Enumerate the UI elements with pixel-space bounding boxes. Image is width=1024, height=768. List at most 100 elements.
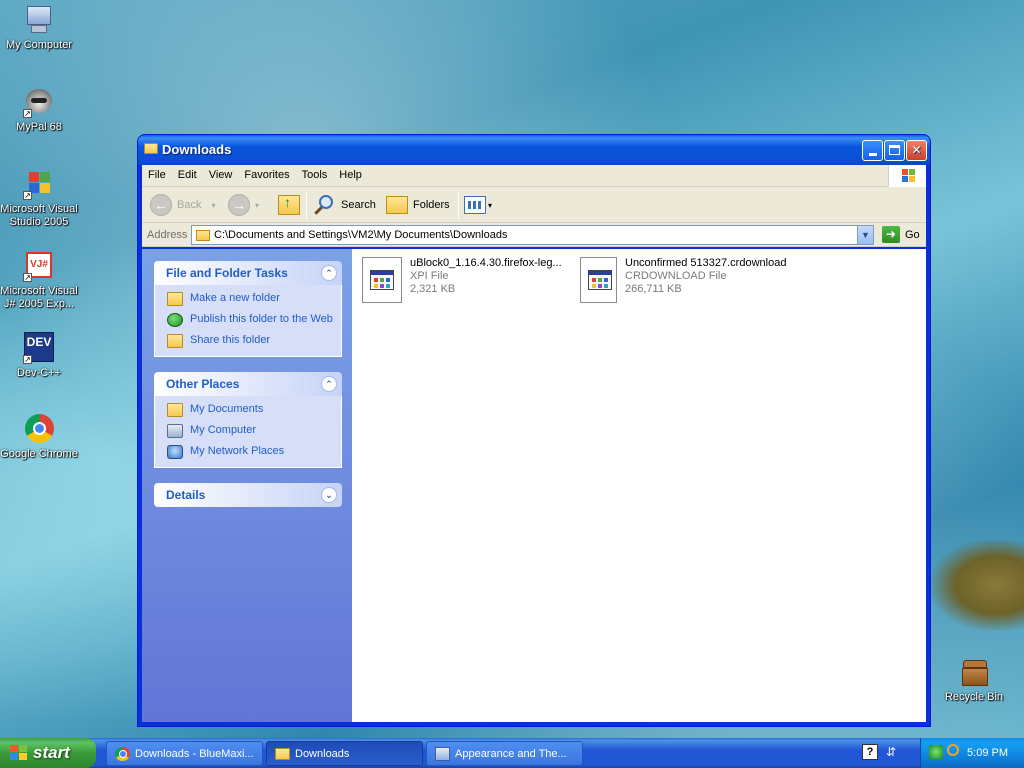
- address-input[interactable]: C:\Documents and Settings\VM2\My Documen…: [191, 225, 874, 245]
- publish-web-icon: [167, 313, 183, 327]
- dev-cpp-icon: DEV ↗: [23, 332, 55, 364]
- shortcut-arrow-icon: ↗: [23, 109, 32, 118]
- panel-header[interactable]: Other Places ⌃: [154, 372, 342, 396]
- network-tray-icon[interactable]: [929, 745, 943, 759]
- forward-button[interactable]: → ▾: [228, 192, 259, 218]
- close-button[interactable]: ✕: [906, 140, 927, 161]
- desktop-icon-label: My Computer: [5, 39, 73, 51]
- place-label: My Network Places: [190, 445, 285, 457]
- folders-button[interactable]: Folders: [386, 192, 450, 218]
- back-dropdown-icon[interactable]: ▾: [211, 201, 215, 210]
- address-value: C:\Documents and Settings\VM2\My Documen…: [214, 229, 508, 241]
- task-publish-folder[interactable]: Publish this folder to the Web: [167, 313, 333, 327]
- taskbar-button-label: Appearance and The...: [455, 748, 567, 760]
- folder-icon: [275, 748, 290, 760]
- menu-tools[interactable]: Tools: [296, 165, 334, 181]
- chrome-icon: [23, 413, 55, 445]
- task-label: Publish this folder to the Web: [190, 313, 333, 325]
- search-tray-icon[interactable]: [947, 744, 959, 756]
- views-button[interactable]: ▾: [464, 192, 492, 218]
- clock[interactable]: 5:09 PM: [967, 747, 1008, 759]
- file-item[interactable]: Unconfirmed 513327.crdownload CRDOWNLOAD…: [580, 257, 795, 305]
- vj-sharp-icon: VJ# ↗: [23, 250, 55, 282]
- desktop-icon-recycle-bin[interactable]: Recycle Bin: [934, 656, 1014, 704]
- toolbar-separator: [306, 193, 307, 219]
- desktop-icon-google-chrome[interactable]: Google Chrome: [0, 413, 79, 461]
- menu-favorites[interactable]: Favorites: [238, 165, 295, 181]
- forward-dropdown-icon[interactable]: ▾: [255, 201, 259, 210]
- explorer-window: Downloads ✕ File Edit View Favorites Tools He…: [137, 134, 931, 727]
- desktop-wallpaper-rock: [932, 540, 1024, 630]
- start-button[interactable]: start: [0, 738, 96, 768]
- file-type: XPI File: [410, 270, 449, 282]
- taskbar-button-chrome[interactable]: Downloads - BlueMaxi...: [106, 741, 263, 766]
- panel-body: Make a new folder Publish this folder to…: [154, 285, 342, 357]
- up-folder-button[interactable]: ↑: [278, 192, 300, 218]
- address-dropdown-button[interactable]: ▼: [857, 226, 873, 244]
- file-size: 2,321 KB: [410, 283, 456, 295]
- panel-title: File and Folder Tasks: [166, 266, 288, 280]
- panel-header[interactable]: File and Folder Tasks ⌃: [154, 261, 342, 285]
- panel-body: My Documents My Computer My Network Plac…: [154, 396, 342, 468]
- panel-header[interactable]: Details ⌄: [154, 483, 342, 507]
- expand-icon[interactable]: ⌄: [321, 487, 337, 503]
- task-label: Make a new folder: [190, 292, 280, 304]
- menu-help[interactable]: Help: [333, 165, 368, 181]
- views-dropdown-icon: ▾: [488, 200, 493, 210]
- desktop-icon-my-computer[interactable]: My Computer: [0, 4, 79, 52]
- menu-edit[interactable]: Edit: [172, 165, 203, 181]
- panel-title: Details: [166, 488, 206, 502]
- views-icon: [464, 196, 486, 214]
- explorer-content: File and Folder Tasks ⌃ Make a new folde…: [142, 249, 926, 722]
- panel-title: Other Places: [166, 377, 240, 391]
- back-arrow-icon: ←: [150, 194, 172, 216]
- place-my-documents[interactable]: My Documents: [167, 403, 333, 417]
- help-icon[interactable]: ?: [862, 744, 878, 760]
- shortcut-arrow-icon: ↗: [23, 355, 32, 364]
- control-panel-icon: [435, 747, 450, 761]
- search-icon: [313, 194, 335, 216]
- task-pane: File and Folder Tasks ⌃ Make a new folde…: [142, 249, 352, 722]
- generic-file-icon: [362, 257, 402, 303]
- toolbar-separator: [458, 193, 459, 219]
- taskbar-button-downloads[interactable]: Downloads: [266, 741, 423, 766]
- shortcut-arrow-icon: ↗: [23, 273, 32, 282]
- desktop-icon-label: Google Chrome: [0, 448, 78, 460]
- place-my-computer[interactable]: My Computer: [167, 424, 333, 438]
- desktop-icon-dev-cpp[interactable]: DEV ↗ Dev-C++: [0, 332, 79, 380]
- folders-icon: [386, 196, 408, 214]
- desktop-icon-visual-studio[interactable]: ↗ Microsoft Visual Studio 2005: [0, 168, 79, 229]
- menu-file[interactable]: File: [142, 165, 172, 181]
- search-button[interactable]: Search: [313, 192, 376, 218]
- task-share-folder[interactable]: Share this folder: [167, 334, 333, 348]
- file-name: uBlock0_1.16.4.30.firefox-leg...: [410, 257, 562, 269]
- taskbar-button-appearance[interactable]: Appearance and The...: [426, 741, 583, 766]
- file-type: CRDOWNLOAD File: [625, 270, 727, 282]
- file-name: Unconfirmed 513327.crdownload: [625, 257, 787, 269]
- forward-arrow-icon: →: [228, 194, 250, 216]
- maximize-button[interactable]: [884, 140, 905, 161]
- desktop-icon-mypal[interactable]: ↗ MyPal 68: [0, 86, 79, 134]
- computer-icon: [23, 4, 55, 36]
- menu-view[interactable]: View: [203, 165, 239, 181]
- collapse-icon[interactable]: ⌃: [321, 376, 337, 392]
- search-label: Search: [341, 199, 376, 211]
- desktop-icon-label: Microsoft Visual Studio 2005: [0, 203, 78, 228]
- tray-expand-icon[interactable]: ⇵: [886, 745, 896, 759]
- desktop-icon-label: Dev-C++: [16, 367, 62, 379]
- minimize-button[interactable]: [862, 140, 883, 161]
- go-button[interactable]: ➜ Go: [882, 226, 920, 243]
- collapse-icon[interactable]: ⌃: [321, 265, 337, 281]
- desktop-icon-label: Microsoft Visual J# 2005 Exp...: [0, 285, 78, 310]
- place-label: My Computer: [190, 424, 257, 436]
- task-label: Share this folder: [190, 334, 271, 346]
- folder-icon: [144, 143, 158, 154]
- address-label: Address: [147, 229, 188, 241]
- place-my-network-places[interactable]: My Network Places: [167, 445, 333, 459]
- other-places-panel: Other Places ⌃ My Documents My Computer …: [154, 372, 342, 468]
- desktop-icon-visual-jsharp[interactable]: VJ# ↗ Microsoft Visual J# 2005 Exp...: [0, 250, 79, 311]
- back-button[interactable]: ← Back ▾: [150, 192, 215, 218]
- task-make-new-folder[interactable]: Make a new folder: [167, 292, 333, 306]
- file-item[interactable]: uBlock0_1.16.4.30.firefox-leg... XPI Fil…: [362, 257, 577, 305]
- title-bar[interactable]: Downloads ✕: [138, 135, 930, 165]
